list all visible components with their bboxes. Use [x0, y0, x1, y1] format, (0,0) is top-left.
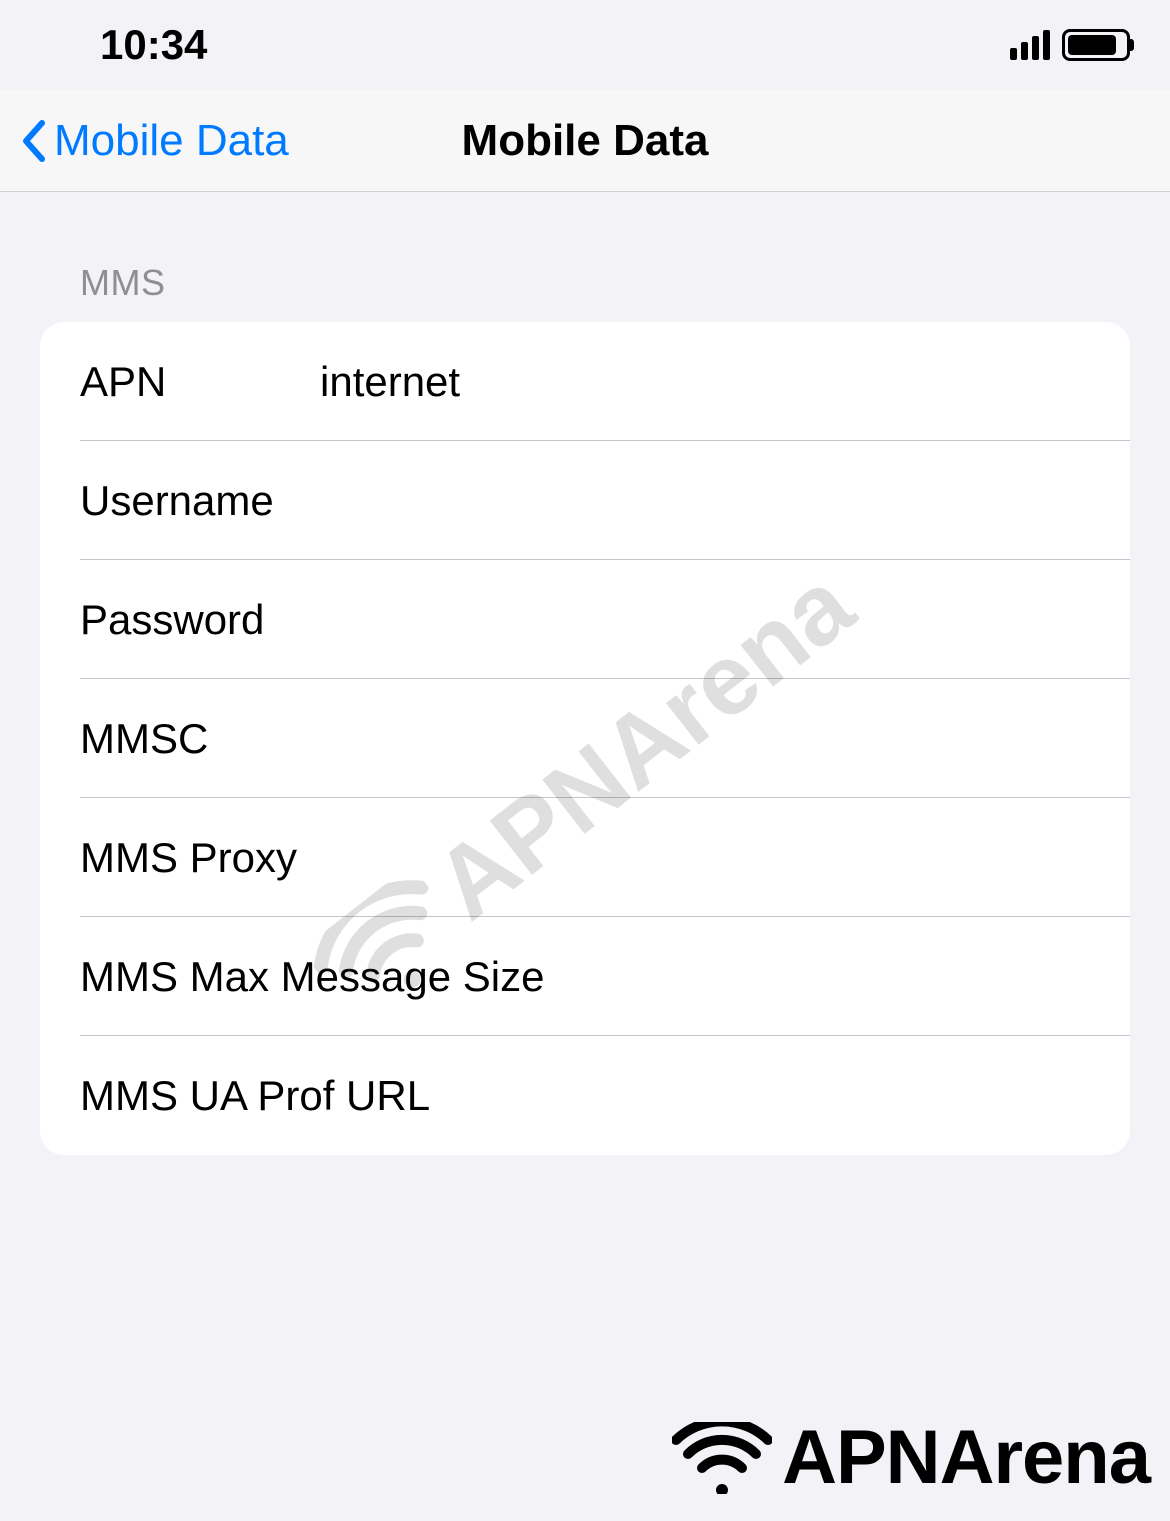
- row-label: MMS UA Prof URL: [80, 1072, 430, 1120]
- row-mmsc[interactable]: MMSC: [40, 679, 1130, 798]
- back-button[interactable]: Mobile Data: [0, 116, 289, 166]
- wifi-icon: [672, 1422, 772, 1494]
- settings-group-mms: APN Username Password MMSC MMS Proxy MMS…: [40, 322, 1130, 1155]
- row-label: APN: [80, 358, 320, 406]
- status-time: 10:34: [100, 21, 207, 69]
- row-mms-proxy[interactable]: MMS Proxy: [40, 798, 1130, 917]
- apn-input[interactable]: [320, 358, 1090, 406]
- watermark-text: APNArena: [782, 1414, 1150, 1501]
- battery-icon: [1062, 29, 1130, 61]
- page-title: Mobile Data: [462, 116, 709, 166]
- mmsc-input[interactable]: [320, 715, 1090, 763]
- row-label: Password: [80, 596, 320, 644]
- mms-max-size-input[interactable]: [544, 953, 1090, 1001]
- row-apn[interactable]: APN: [40, 322, 1130, 441]
- row-mms-ua-prof-url[interactable]: MMS UA Prof URL: [40, 1036, 1130, 1155]
- row-username[interactable]: Username: [40, 441, 1130, 560]
- username-input[interactable]: [320, 477, 1090, 525]
- cellular-signal-icon: [1010, 30, 1050, 60]
- row-password[interactable]: Password: [40, 560, 1130, 679]
- row-label: MMSC: [80, 715, 320, 763]
- password-input[interactable]: [320, 596, 1090, 644]
- row-label: MMS Proxy: [80, 834, 320, 882]
- status-indicators: [1010, 29, 1130, 61]
- watermark-bottom: APNArena: [672, 1414, 1150, 1501]
- back-button-label: Mobile Data: [54, 116, 289, 166]
- content: MMS APN Username Password MMSC MMS Proxy…: [0, 192, 1170, 1155]
- row-label: MMS Max Message Size: [80, 953, 544, 1001]
- mms-ua-prof-url-input[interactable]: [430, 1072, 1090, 1120]
- navigation-bar: Mobile Data Mobile Data: [0, 90, 1170, 192]
- row-mms-max-size[interactable]: MMS Max Message Size: [40, 917, 1130, 1036]
- mms-proxy-input[interactable]: [320, 834, 1090, 882]
- section-header-mms: MMS: [0, 262, 1170, 322]
- row-label: Username: [80, 477, 320, 525]
- status-bar: 10:34: [0, 0, 1170, 90]
- chevron-left-icon: [20, 119, 46, 163]
